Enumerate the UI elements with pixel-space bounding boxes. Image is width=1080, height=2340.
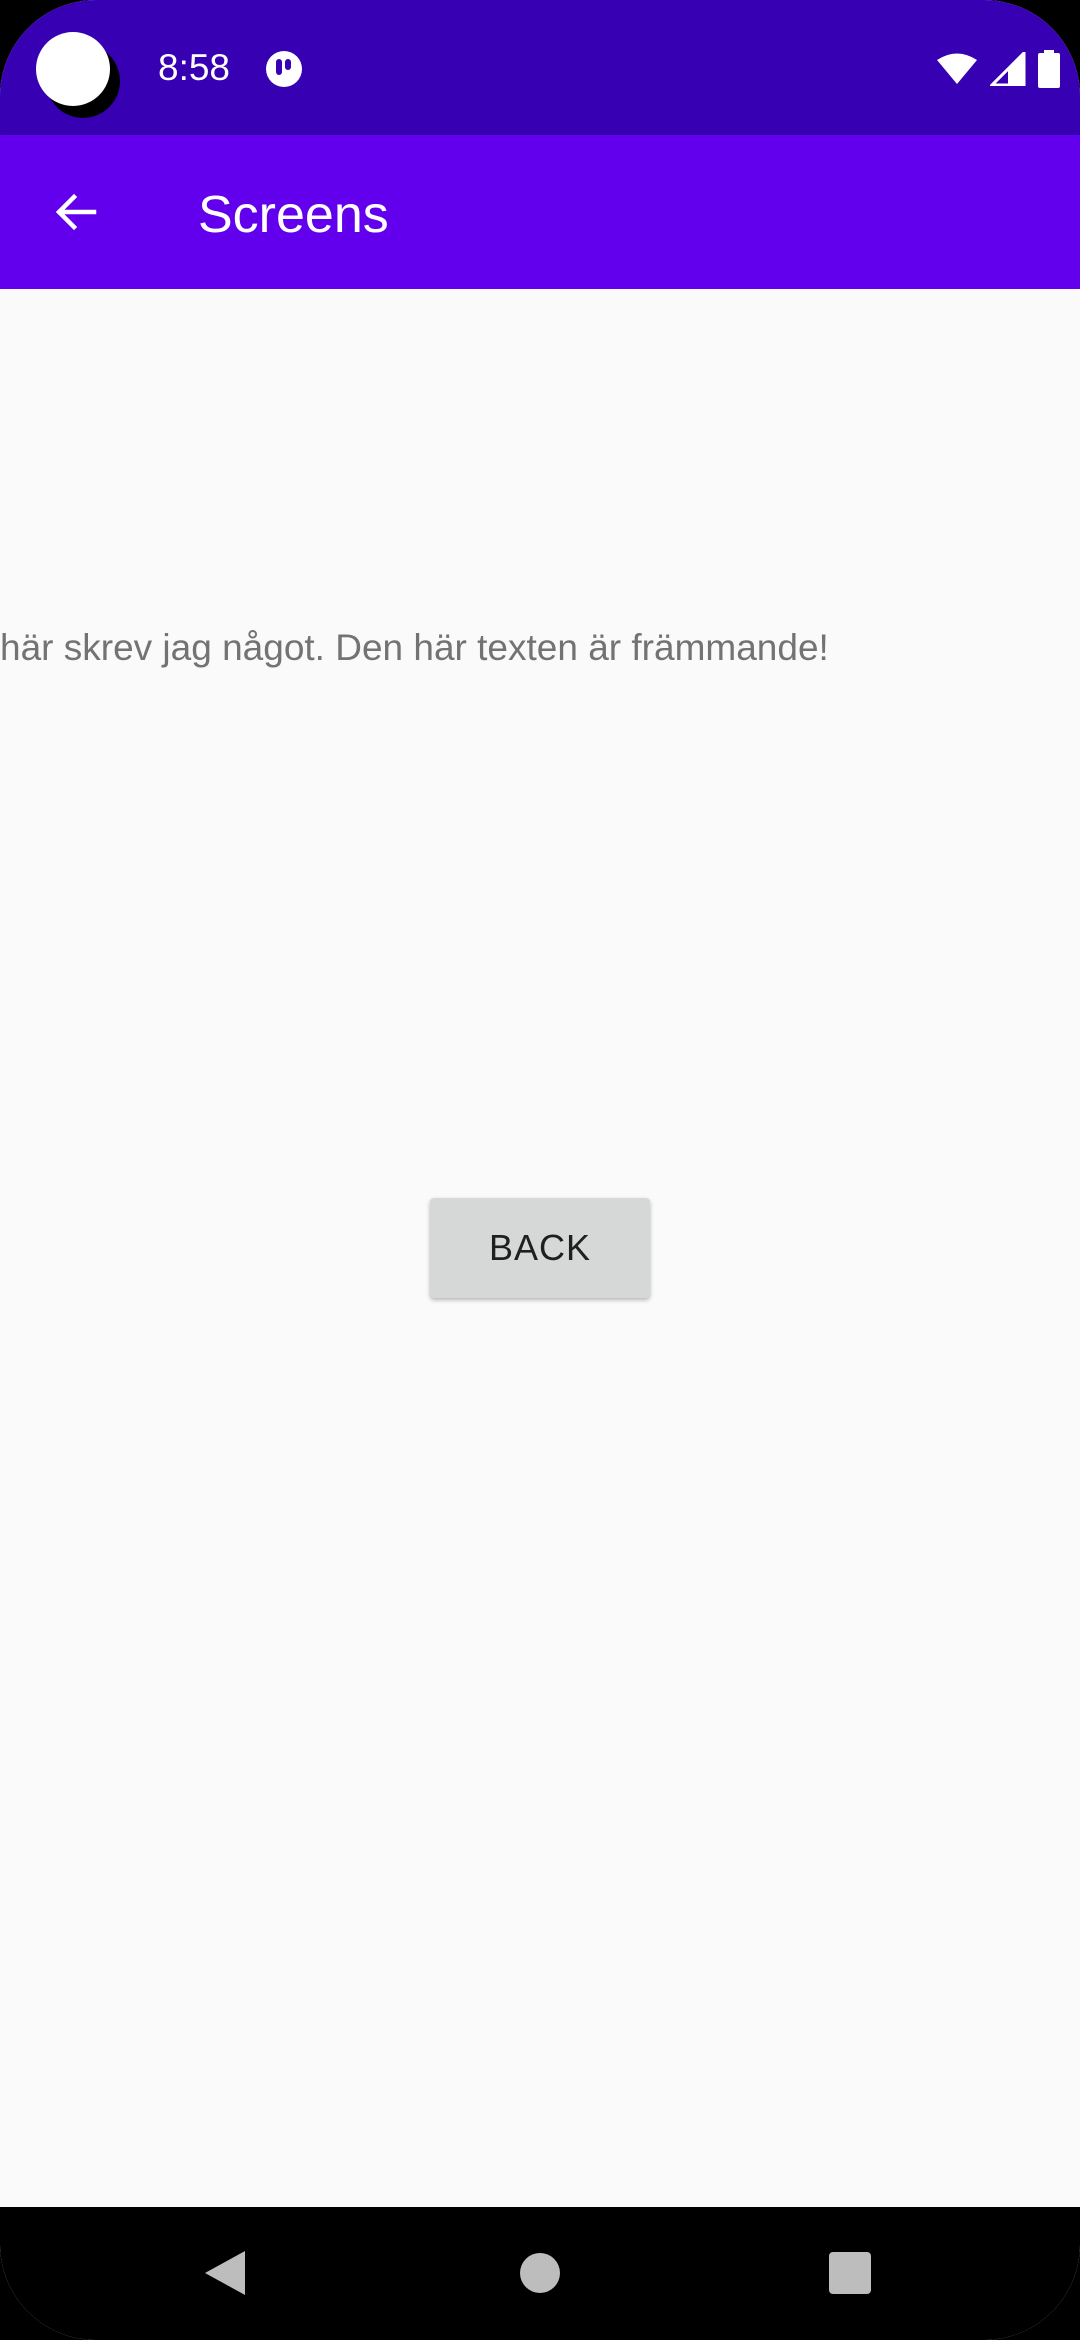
battery-icon — [1038, 50, 1060, 88]
status-icons — [936, 48, 1060, 90]
nav-back-button[interactable] — [175, 2227, 275, 2319]
screen: 8:58 Screens här skrev jag något. Den hä… — [0, 0, 1080, 2340]
nav-recents-button[interactable] — [800, 2227, 900, 2319]
arrow-back-icon — [55, 193, 97, 231]
app-bar: Screens — [0, 135, 1080, 289]
app-notification-icon — [266, 51, 302, 87]
nav-home-button[interactable] — [490, 2227, 590, 2319]
status-bar: 8:58 — [0, 0, 1080, 135]
app-bar-title: Screens — [198, 186, 389, 244]
back-button[interactable]: BACK — [430, 1198, 650, 1298]
navigate-up-button[interactable] — [36, 172, 116, 252]
main-content: här skrev jag något. Den här texten är f… — [0, 289, 1080, 2207]
nav-back-triangle-icon — [205, 2251, 245, 2295]
nav-home-circle-icon — [520, 2253, 560, 2293]
cell-signal-icon — [990, 52, 1026, 86]
system-nav-bar — [0, 2207, 1080, 2340]
status-time: 8:58 — [158, 47, 231, 88]
camera-cutout — [36, 32, 110, 106]
nav-recents-square-icon — [829, 2252, 871, 2294]
wifi-icon — [937, 53, 977, 84]
device-frame: 8:58 Screens här skrev jag något. Den hä… — [0, 0, 1080, 2340]
message-text: här skrev jag något. Den här texten är f… — [0, 627, 829, 668]
